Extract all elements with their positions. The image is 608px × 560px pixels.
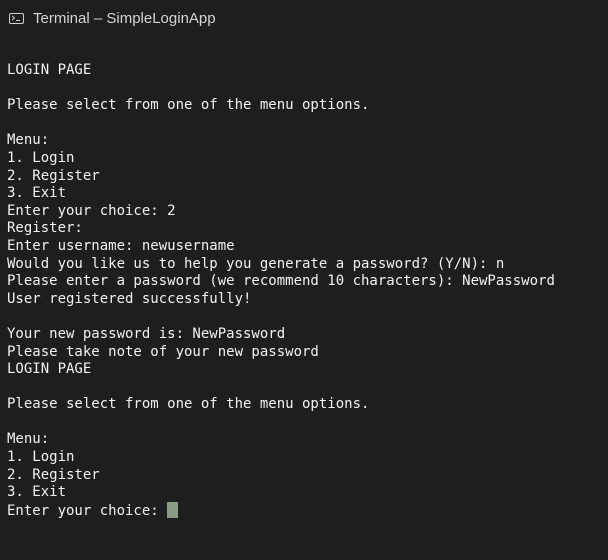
terminal-line: Menu: bbox=[7, 431, 50, 448]
window-title: Terminal – SimpleLoginApp bbox=[33, 9, 216, 27]
terminal-line: LOGIN PAGE bbox=[7, 361, 92, 378]
terminal-line: Register: bbox=[7, 220, 83, 237]
terminal-line: Please take note of your new password bbox=[7, 343, 319, 360]
terminal-line: Would you like us to help you generate a… bbox=[7, 255, 505, 272]
terminal-line: Enter username: newusername bbox=[7, 237, 235, 254]
terminal-line: User registered successfully! bbox=[7, 290, 252, 307]
terminal-line: LOGIN PAGE bbox=[7, 62, 92, 78]
text-cursor[interactable] bbox=[167, 501, 179, 518]
terminal-line: Enter your choice: 2 bbox=[7, 202, 176, 219]
terminal-line: Please select from one of the menu optio… bbox=[7, 396, 370, 413]
terminal-line: 2. Register bbox=[7, 466, 100, 483]
terminal-line: Please enter a password (we recommend 10… bbox=[7, 273, 555, 290]
terminal-line: Menu: bbox=[7, 132, 50, 149]
terminal-output[interactable]: LOGIN PAGE Please select from one of the… bbox=[7, 62, 605, 519]
terminal-line: 3. Exit bbox=[7, 185, 67, 202]
terminal-line: Please select from one of the menu optio… bbox=[7, 97, 370, 114]
terminal-input-line[interactable]: Enter your choice: bbox=[7, 501, 605, 520]
terminal-line: 3. Exit bbox=[7, 484, 67, 501]
terminal-line: 2. Register bbox=[7, 167, 100, 184]
terminal-prompt: Enter your choice: bbox=[7, 502, 168, 519]
window-titlebar: Terminal – SimpleLoginApp bbox=[0, 0, 608, 36]
terminal-line: Your new password is: NewPassword bbox=[7, 325, 286, 342]
terminal-line: 1. Login bbox=[7, 149, 75, 166]
terminal-line: 1. Login bbox=[7, 449, 75, 466]
terminal-icon bbox=[9, 12, 24, 24]
